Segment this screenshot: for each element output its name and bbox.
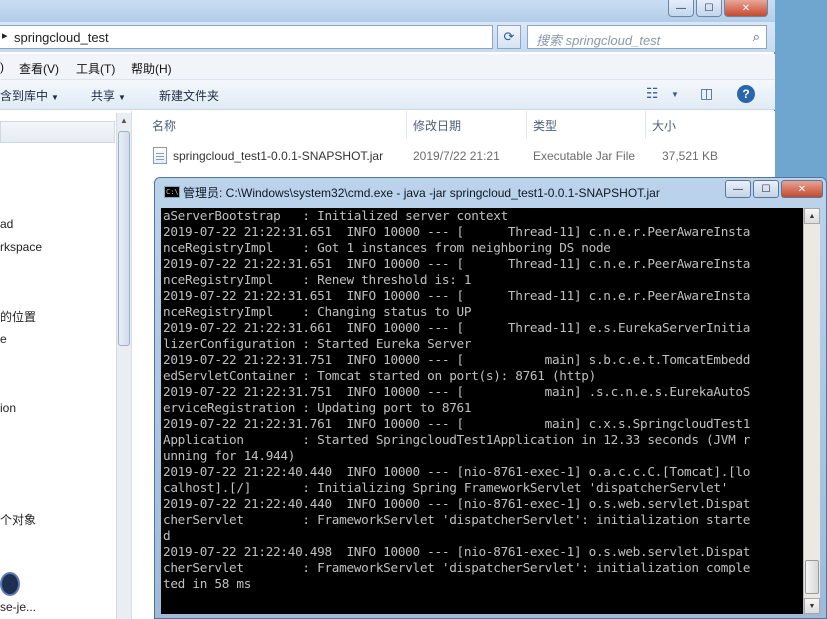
maximize-icon: ☐ xyxy=(761,183,771,195)
console-line: calhost].[/] : Initializing Spring Frame… xyxy=(163,480,729,495)
console-line: 2019-07-22 21:22:31.651 INFO 10000 --- [… xyxy=(163,256,751,271)
maximize-icon: ☐ xyxy=(704,2,714,14)
console-line: 2019-07-22 21:22:40.498 INFO 10000 --- [… xyxy=(163,544,751,559)
navigation-pane: ad rkspace 的位置 e ion 个对象 ▲ xyxy=(0,111,132,619)
column-header-name[interactable]: 名称 xyxy=(152,117,176,134)
menu-item-help[interactable]: 帮助(H) xyxy=(131,60,172,77)
address-bar[interactable]: ▸ springcloud_test xyxy=(0,25,493,49)
close-icon: ✕ xyxy=(741,2,751,14)
console-line: ted in 58 ms xyxy=(163,576,252,591)
refresh-button[interactable]: ⟳ xyxy=(497,25,521,49)
cmd-close-button[interactable]: ✕ xyxy=(781,180,823,198)
maximize-button[interactable]: ☐ xyxy=(696,0,722,17)
close-button[interactable]: ✕ xyxy=(724,0,768,17)
new-folder-button[interactable]: 新建文件夹 xyxy=(159,87,219,104)
console-line: nceRegistryImpl : Got 1 instances from n… xyxy=(163,240,611,255)
console-line: Application : Started SpringcloudTest1Ap… xyxy=(163,432,751,447)
command-bar: 含到库中 ▼ 共享 ▼ 新建文件夹 ☷ ▼ ◫ ? xyxy=(0,80,775,110)
console-output[interactable]: aServerBootstrap : Initialized server co… xyxy=(161,208,803,614)
chevron-down-icon[interactable]: ▼ xyxy=(671,90,679,99)
console-line: cherServlet : FrameworkServlet 'dispatch… xyxy=(163,512,751,527)
cmd-window: C:\ 管理员: C:\Windows\system32\cmd.exe - j… xyxy=(154,177,827,619)
nav-scrollbar-thumb[interactable] xyxy=(118,131,130,346)
console-scrollbar[interactable]: ▲ ▼ xyxy=(803,208,820,614)
nav-item[interactable]: ad xyxy=(0,217,13,231)
console-line: erviceRegistration : Updating port to 87… xyxy=(163,400,472,415)
nav-pane-header xyxy=(0,121,115,143)
console-line: 2019-07-22 21:22:31.651 INFO 10000 --- [… xyxy=(163,224,751,239)
menu-item-tools[interactable]: 工具(T) xyxy=(76,60,115,77)
scroll-up-icon[interactable]: ▲ xyxy=(804,208,820,224)
share-label: 共享 xyxy=(91,89,116,103)
column-divider[interactable] xyxy=(406,111,407,139)
close-icon: ✕ xyxy=(797,183,807,195)
include-library-label: 含到库中 xyxy=(0,89,49,103)
column-header-modified[interactable]: 修改日期 xyxy=(413,117,461,134)
minimize-icon: — xyxy=(676,2,686,14)
nav-item[interactable]: 的位置 xyxy=(0,308,36,325)
explorer-titlebar: — ☐ ✕ xyxy=(0,0,775,22)
console-line: cherServlet : FrameworkServlet 'dispatch… xyxy=(163,560,751,575)
minimize-button[interactable]: — xyxy=(668,0,694,17)
share-button[interactable]: 共享 ▼ xyxy=(91,87,126,104)
console-line: 2019-07-22 21:22:31.761 INFO 10000 --- [… xyxy=(163,416,751,431)
console-line: 2019-07-22 21:22:31.651 INFO 10000 --- [… xyxy=(163,288,751,303)
nav-item[interactable]: ion xyxy=(0,401,16,415)
help-icon[interactable]: ? xyxy=(737,85,755,103)
cmd-window-title: 管理员: C:\Windows\system32\cmd.exe - java … xyxy=(183,186,660,200)
preview-pane-icon[interactable]: ◫ xyxy=(700,85,713,102)
taskbar-label: se-je... xyxy=(0,600,37,614)
console-line: nceRegistryImpl : Changing status to UP xyxy=(163,304,472,319)
console-line: 2019-07-22 21:22:31.751 INFO 10000 --- [… xyxy=(163,384,751,399)
cmd-icon: C:\ xyxy=(164,186,180,198)
file-size: 37,521 KB xyxy=(662,149,719,163)
console-line: edServletContainer : Tomcat started on p… xyxy=(163,368,596,383)
file-name: springcloud_test1-0.0.1-SNAPSHOT.jar xyxy=(173,149,384,163)
minimize-icon: — xyxy=(733,183,743,195)
cmd-maximize-button[interactable]: ☐ xyxy=(753,180,779,198)
address-bar-row: ▸ springcloud_test ⟳ 搜索 springcloud_test… xyxy=(0,22,775,52)
menu-item-edit-partial[interactable]: ) xyxy=(0,60,4,74)
cmd-minimize-button[interactable]: — xyxy=(725,180,751,198)
console-line: aServerBootstrap : Initialized server co… xyxy=(163,208,508,223)
menu-bar: ) 查看(V) 工具(T) 帮助(H) xyxy=(0,54,775,80)
file-modified: 2019/7/22 21:21 xyxy=(413,149,500,163)
chevron-right-icon: ▸ xyxy=(2,30,8,42)
nav-item[interactable]: e xyxy=(0,332,7,346)
include-library-button[interactable]: 含到库中 ▼ xyxy=(0,87,59,104)
console-line: nceRegistryImpl : Renew threshold is: 1 xyxy=(163,272,472,287)
view-options-icon[interactable]: ☷ xyxy=(646,85,659,102)
address-text: springcloud_test xyxy=(14,30,109,45)
console-line: 2019-07-22 21:22:31.751 INFO 10000 --- [… xyxy=(163,352,751,367)
console-line: 2019-07-22 21:22:31.661 INFO 10000 --- [… xyxy=(163,320,751,335)
search-placeholder: 搜索 springcloud_test xyxy=(536,33,661,48)
column-divider[interactable] xyxy=(526,111,527,139)
console-line: d xyxy=(163,528,171,543)
eclipse-icon[interactable] xyxy=(0,572,20,596)
scroll-up-icon[interactable]: ▲ xyxy=(120,116,128,125)
scroll-down-icon[interactable]: ▼ xyxy=(804,598,820,614)
column-header-size[interactable]: 大小 xyxy=(652,117,676,134)
search-input[interactable]: 搜索 springcloud_test ⌕ xyxy=(527,25,767,49)
file-row[interactable]: springcloud_test1-0.0.1-SNAPSHOT.jar 201… xyxy=(147,146,767,168)
console-scrollbar-thumb[interactable] xyxy=(805,560,819,594)
chevron-down-icon: ▼ xyxy=(118,93,126,102)
console-line: 2019-07-22 21:22:40.440 INFO 10000 --- [… xyxy=(163,496,751,511)
file-type: Executable Jar File xyxy=(533,149,636,163)
item-count-status: 个对象 xyxy=(0,513,37,527)
column-header-type[interactable]: 类型 xyxy=(533,117,557,134)
column-divider[interactable] xyxy=(645,111,646,139)
console-line: unning for 14.944) xyxy=(163,448,296,463)
nav-scrollbar[interactable]: ▲ xyxy=(116,113,131,619)
search-icon: ⌕ xyxy=(752,29,760,44)
jar-file-icon xyxy=(153,147,167,164)
console-line: 2019-07-22 21:22:40.440 INFO 10000 --- [… xyxy=(163,464,751,479)
menu-item-view[interactable]: 查看(V) xyxy=(19,60,59,77)
chevron-down-icon: ▼ xyxy=(51,93,59,102)
console-line: lizerConfiguration : Started Eureka Serv… xyxy=(163,336,472,351)
refresh-icon: ⟳ xyxy=(503,29,515,44)
nav-item[interactable]: rkspace xyxy=(0,240,42,254)
